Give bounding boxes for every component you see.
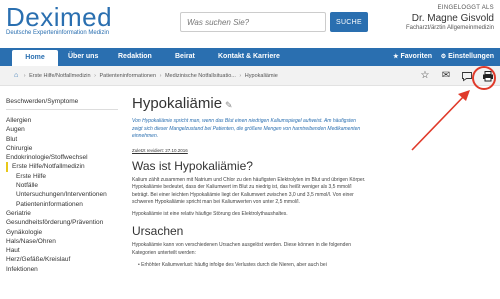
sidebar-item[interactable]: Allergien	[6, 116, 118, 125]
sidebar-subitem[interactable]: Notfälle	[6, 181, 118, 190]
sidebar-item[interactable]: Gynäkologie	[6, 228, 118, 237]
section-heading: Ursachen	[132, 224, 184, 239]
sidebar-item[interactable]: Endokrinologie/Stoffwechsel	[6, 153, 118, 162]
section-heading: Was ist Hypokaliämie?	[132, 158, 253, 173]
edit-icon[interactable]: ✎	[225, 100, 233, 110]
sidebar-item[interactable]: Blut	[6, 135, 118, 144]
sidebar-subitem[interactable]: Patienteninformationen	[6, 200, 118, 209]
sidebar-item-active[interactable]: Erste Hilfe/Notfallmedizin	[6, 162, 118, 172]
paragraph: Hypokaliämie ist eine relativ häufige St…	[132, 210, 288, 217]
sidebar-subitem[interactable]: Erste Hilfe	[6, 172, 118, 181]
sidebar-item[interactable]: Geriatrie	[6, 209, 118, 218]
article: Hypokaliämie ✎ Von Hypokaliämie spricht m…	[132, 95, 367, 269]
category-sidebar: Beschwerden/Symptome Allergien Augen Blu…	[6, 98, 118, 274]
sidebar-item[interactable]: Haut	[6, 246, 118, 255]
paragraph: Hypokaliämie kann von verschiedenen Ursa…	[132, 242, 352, 257]
sidebar-item[interactable]: Chirurgie	[6, 144, 118, 153]
sidebar-item[interactable]: Hals/Nase/Ohren	[6, 237, 118, 246]
sidebar-item[interactable]: Augen	[6, 125, 118, 134]
sidebar-heading[interactable]: Beschwerden/Symptome	[6, 98, 118, 110]
paragraph: Kalium zählt zusammen mit Natrium und Ch…	[132, 176, 366, 206]
sidebar-item[interactable]: Infektionen	[6, 265, 118, 274]
revision-date: Zuletzt revidiert: 27.10.2016	[132, 147, 188, 153]
sidebar-subitem[interactable]: Untersuchungen/Interventionen	[6, 190, 118, 199]
article-lead: Von Hypokaliämie spricht man, wenn das B…	[132, 118, 361, 139]
sidebar-item[interactable]: Gesundheitsförderung/Prävention	[6, 218, 118, 227]
list-item: • Erhöhter Kaliumverlust: häufig infolge…	[138, 261, 327, 268]
sidebar-item[interactable]: Herz/Gefäße/Kreislauf	[6, 255, 118, 264]
page-title-text: Hypokaliämie	[132, 95, 223, 112]
page-title: Hypokaliämie ✎	[132, 95, 367, 112]
